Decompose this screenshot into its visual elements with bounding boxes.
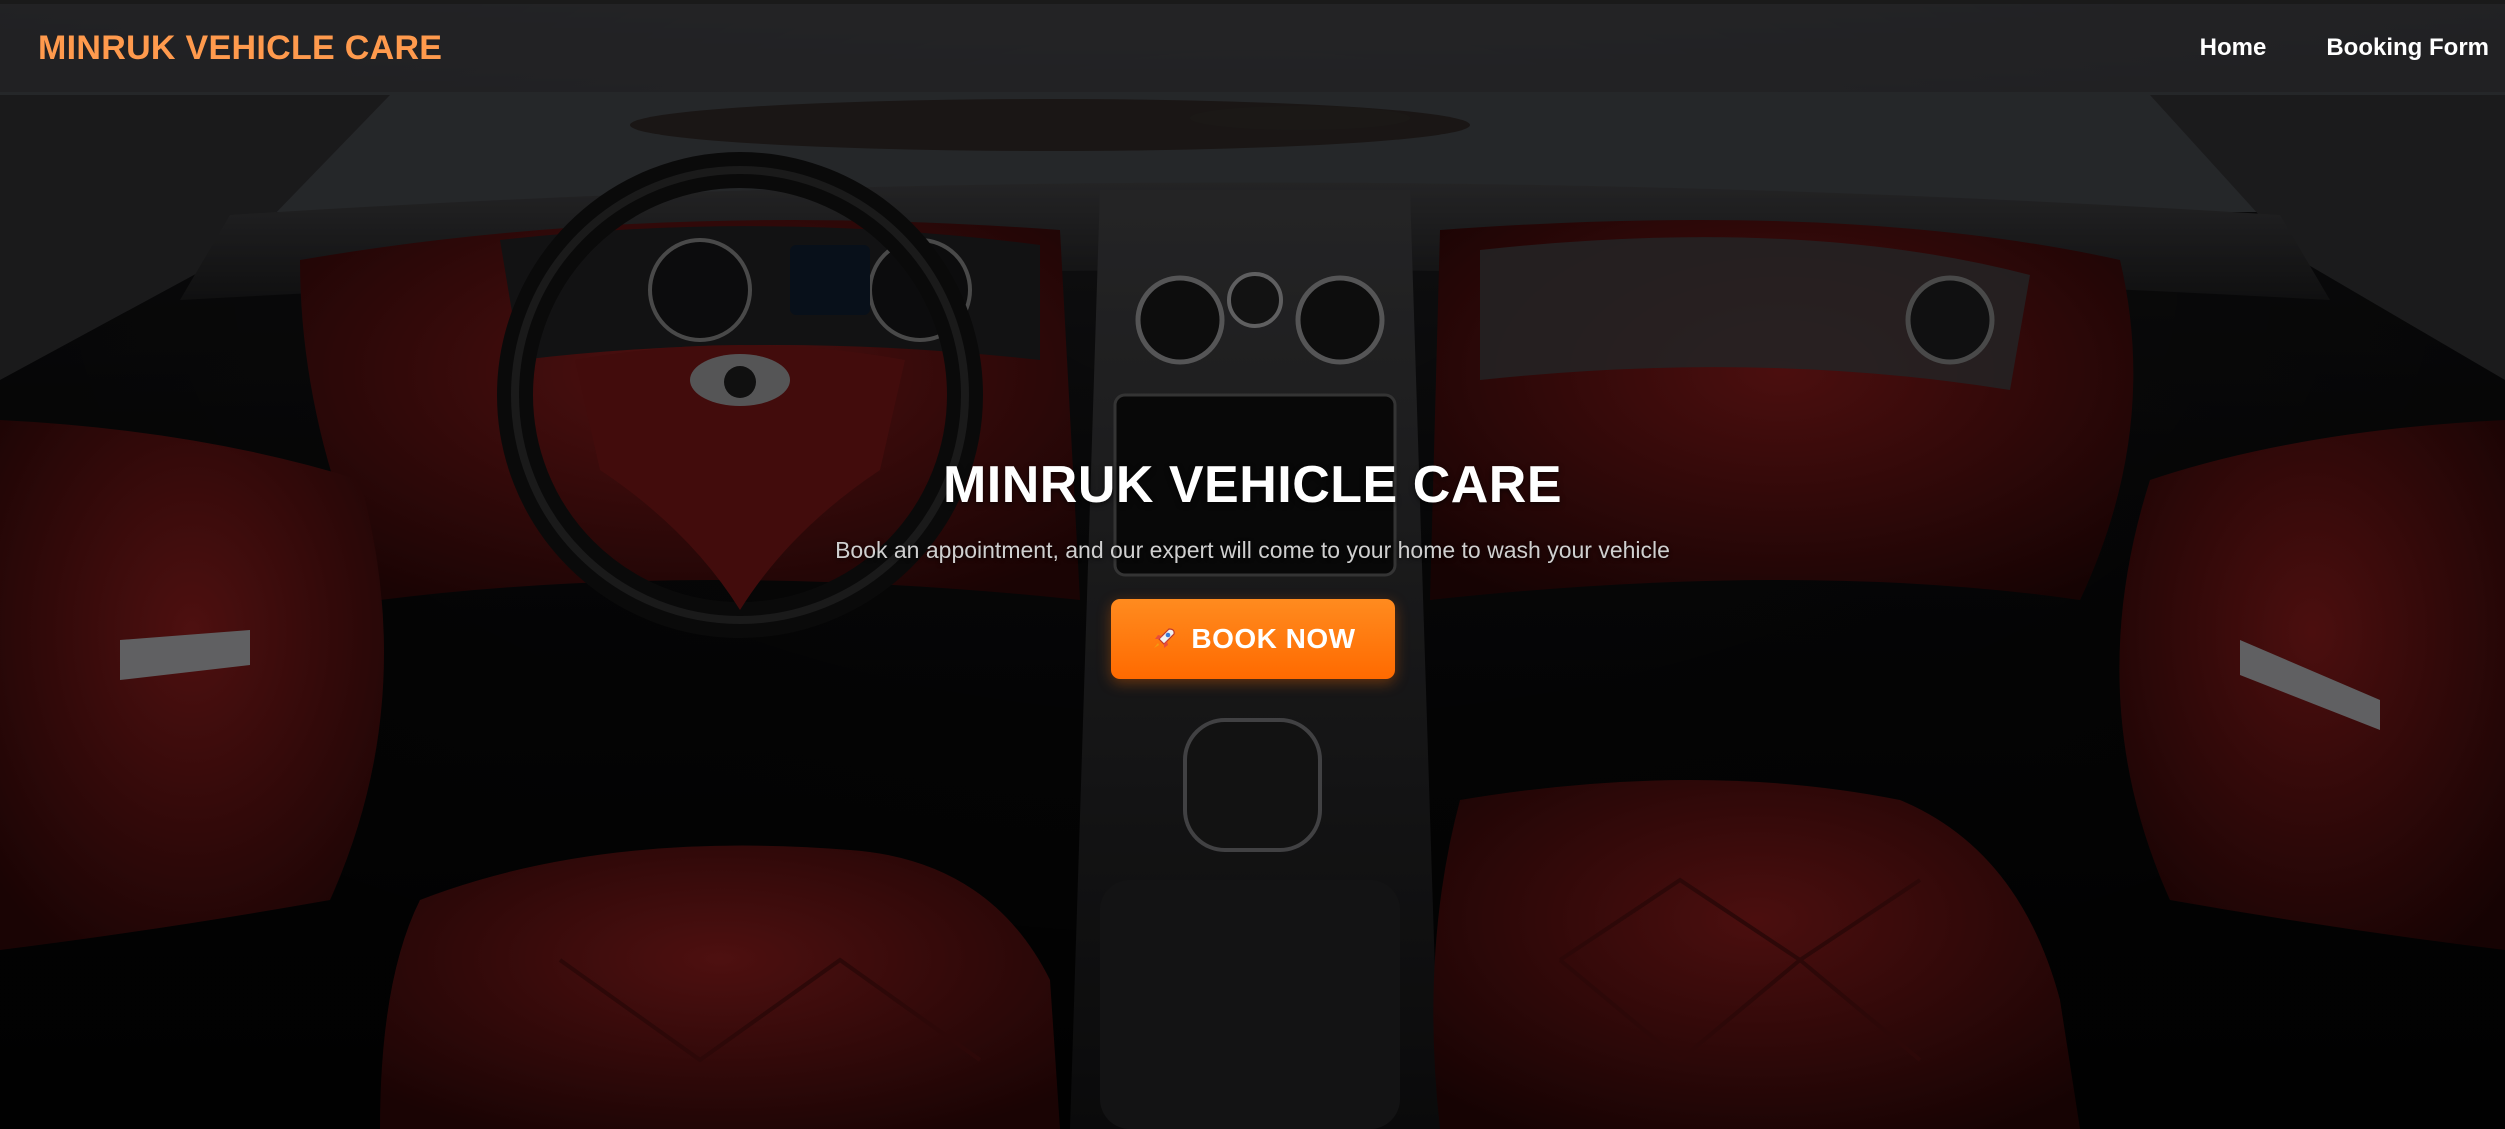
hero-subtitle: Book an appointment, and our expert will… bbox=[835, 537, 1670, 563]
nav-link-booking-form[interactable]: Booking Form bbox=[2326, 34, 2489, 62]
navbar: MINRUK VEHICLE CARE Home Booking Form bbox=[0, 0, 2505, 92]
book-now-button[interactable]: BOOK NOW bbox=[1110, 599, 1395, 679]
nav-links: Home Booking Form bbox=[2200, 34, 2489, 62]
hero-section: MINRUK VEHICLE CARE Book an appointment,… bbox=[0, 455, 2505, 679]
book-now-label: BOOK NOW bbox=[1191, 623, 1356, 654]
brand-logo[interactable]: MINRUK VEHICLE CARE bbox=[38, 29, 442, 68]
landing-page: MINRUK VEHICLE CARE Home Booking Form MI… bbox=[0, 0, 2505, 1129]
nav-link-home[interactable]: Home bbox=[2200, 34, 2267, 62]
rocket-icon bbox=[1149, 625, 1177, 653]
hero-title: MINRUK VEHICLE CARE bbox=[942, 456, 1563, 514]
